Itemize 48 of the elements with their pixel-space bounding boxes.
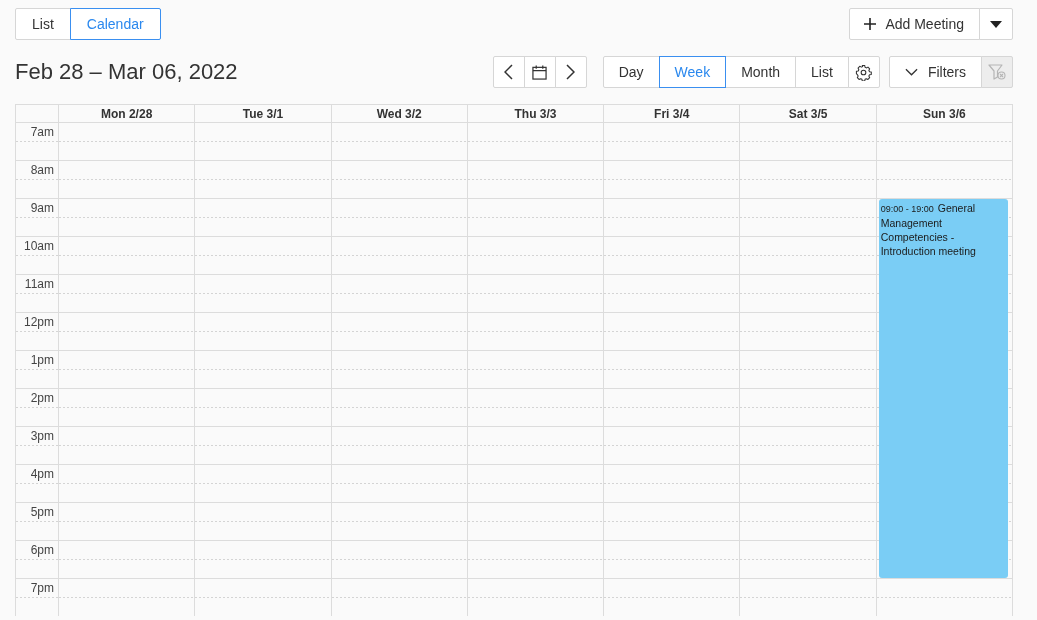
date-picker-button[interactable]	[523, 56, 556, 88]
hour-label: 12pm	[23, 315, 54, 329]
hour-label: 6pm	[30, 543, 54, 557]
day-header: Fri 3/4	[603, 104, 740, 122]
chevron-right-icon	[566, 64, 576, 80]
view-mode-tab[interactable]: Day	[602, 56, 660, 88]
filters-button[interactable]: Filters	[888, 56, 982, 88]
day-column[interactable]	[739, 122, 876, 616]
view-mode-tab[interactable]: List	[795, 56, 849, 88]
hour-label: 9am	[30, 201, 54, 215]
dropdown-button[interactable]	[979, 8, 1013, 40]
hour-label: 7am	[30, 125, 54, 139]
day-header: Tue 3/1	[194, 104, 331, 122]
hour-label: 4pm	[30, 467, 54, 481]
day-column[interactable]	[603, 122, 740, 616]
hour-label: 8am	[30, 163, 54, 177]
view-mode-tab[interactable]: Week	[658, 56, 727, 88]
settings-icon	[855, 63, 873, 81]
hour-label: 10am	[23, 239, 54, 253]
day-column[interactable]	[466, 122, 604, 616]
hour-label: 2pm	[30, 391, 54, 405]
view-switch-tab[interactable]: List	[15, 8, 71, 40]
day-column[interactable]	[194, 122, 331, 616]
date-range-title: Feb 28 – Mar 06, 2022	[15, 59, 238, 85]
calendar-icon	[532, 64, 548, 80]
chevron-down-icon	[904, 68, 918, 76]
calendar-event[interactable]: 09:00 - 19:00 General Management Competencies - Introduction meeting	[878, 199, 1008, 578]
day-header: Sat 3/5	[739, 104, 876, 122]
caret-down-icon	[990, 20, 1002, 28]
day-header: Mon 2/28	[58, 104, 195, 122]
hour-label: 11am	[24, 277, 54, 291]
chevron-left-icon	[504, 64, 514, 80]
view-mode-tab[interactable]: Month	[725, 56, 797, 88]
day-header: Thu 3/3	[466, 104, 604, 122]
add-meeting-button[interactable]: Add Meeting	[849, 8, 980, 40]
funnel-x-icon	[988, 64, 1006, 80]
plus-icon	[864, 18, 877, 30]
day-header: Sun 3/6	[875, 104, 1012, 122]
day-column[interactable]: 09:00 - 19:00 General Management Competencies - Introduction meeting	[875, 122, 1012, 616]
hour-label: 5pm	[30, 505, 54, 519]
view-switch-tab[interactable]: Calendar	[69, 8, 161, 40]
hour-label: 3pm	[30, 429, 54, 443]
hour-label: 7pm	[30, 581, 54, 595]
day-column[interactable]	[58, 122, 195, 616]
day-header: Wed 3/2	[330, 104, 467, 122]
day-column[interactable]	[330, 122, 467, 616]
hour-label: 1pm	[30, 353, 54, 367]
settings-button[interactable]	[847, 56, 880, 88]
